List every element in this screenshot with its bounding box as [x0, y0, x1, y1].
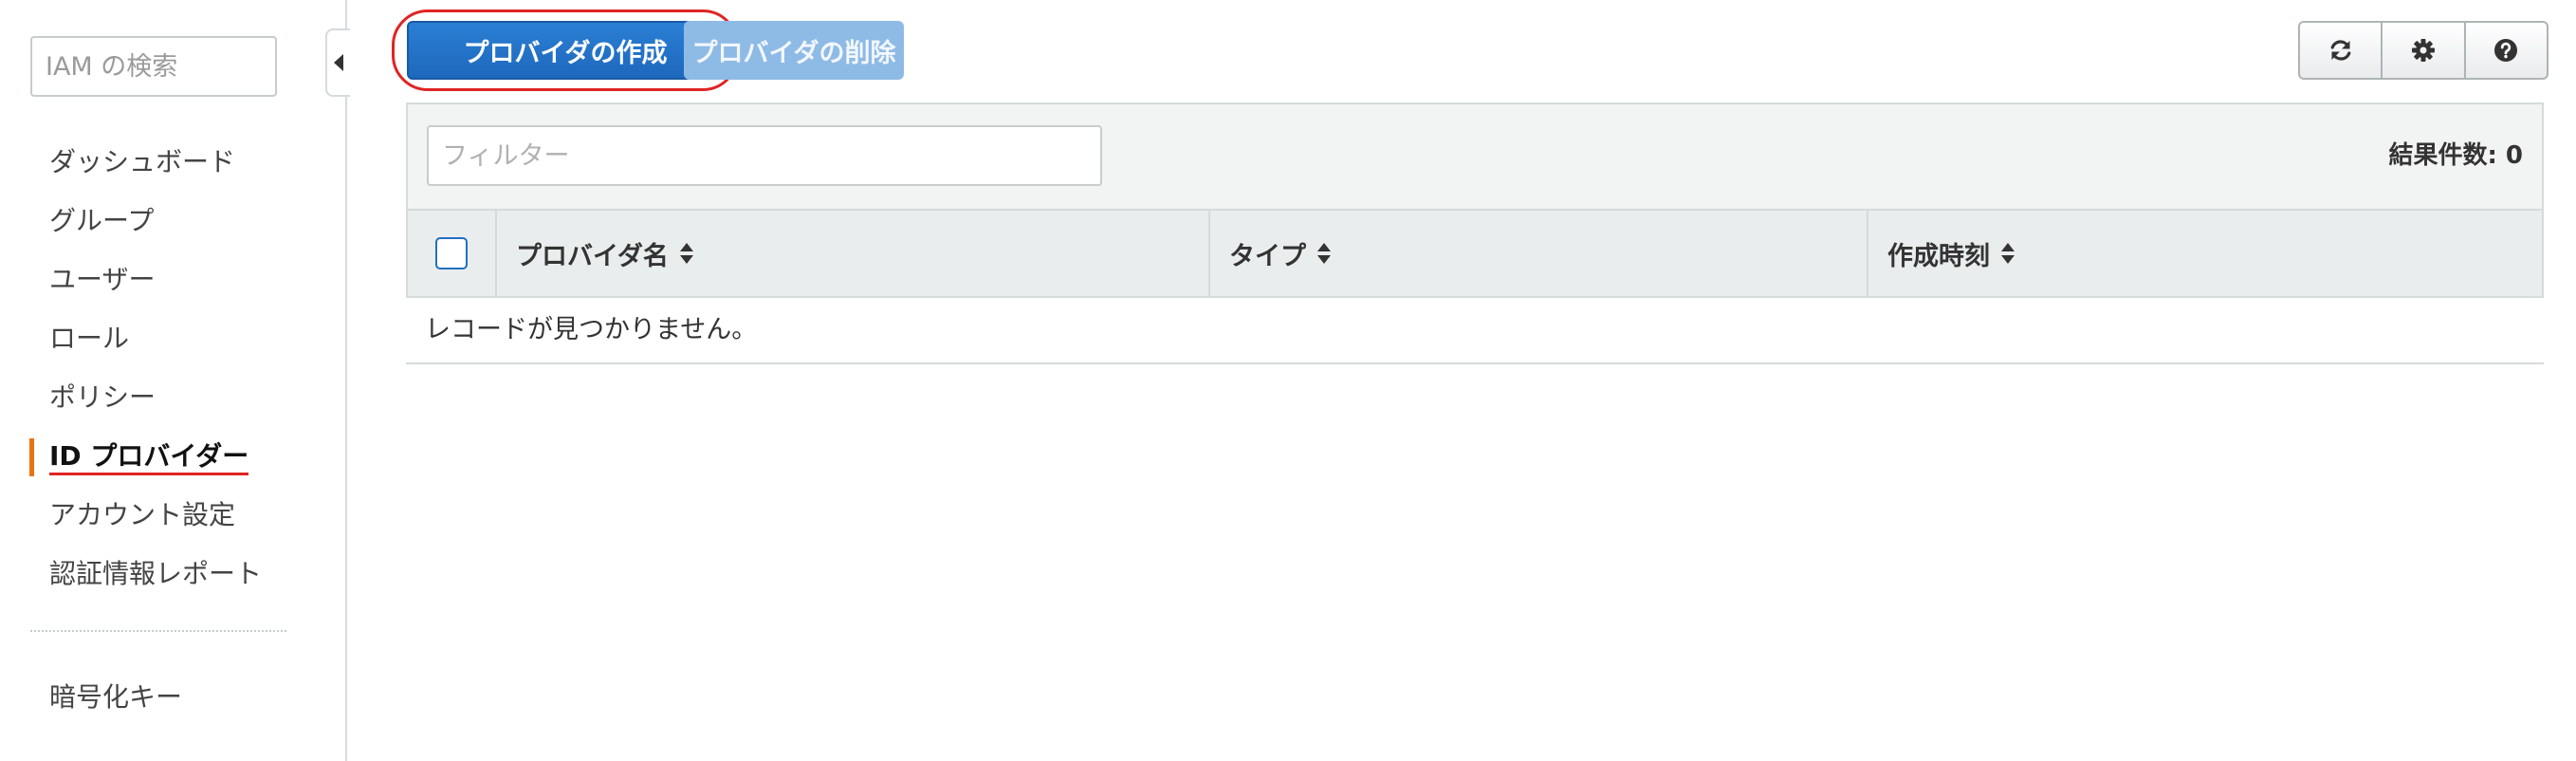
sidebar-item-groups[interactable]: グループ [0, 192, 347, 251]
select-all-cell [408, 211, 497, 296]
sidebar-item-credential-report[interactable]: 認証情報レポート [0, 545, 347, 603]
sidebar-item-roles[interactable]: ロール [0, 309, 347, 368]
sidebar-item-encryption-keys[interactable]: 暗号化キー [0, 668, 347, 727]
main-content: プロバイダの作成 プロバイダの削除 フィルター 結果件数: 0 プロバイダ名 タ… [348, 0, 2576, 761]
create-provider-button[interactable]: プロバイダの作成 [407, 21, 724, 80]
iam-search-input[interactable] [30, 36, 277, 97]
sort-icon [1317, 243, 1331, 264]
sidebar-collapse-button[interactable] [325, 28, 350, 97]
sidebar-item-label: ユーザー [49, 264, 156, 295]
sidebar-item-label: ポリシー [49, 381, 156, 413]
sidebar-item-label: 認証情報レポート [49, 558, 263, 589]
select-all-checkbox[interactable] [435, 237, 468, 269]
gear-icon [2411, 39, 2435, 62]
help-icon [2494, 39, 2518, 62]
sidebar-item-dashboard[interactable]: ダッシュボード [0, 133, 347, 192]
sidebar-item-users[interactable]: ユーザー [0, 251, 347, 309]
sidebar-item-account-settings[interactable]: アカウント設定 [0, 486, 347, 545]
sidebar-divider [30, 630, 286, 632]
sidebar-item-label: ダッシュボード [49, 146, 236, 177]
column-header-creation-time[interactable]: 作成時刻 [1868, 211, 2542, 296]
sidebar-item-label: 暗号化キー [49, 681, 183, 713]
delete-provider-button[interactable]: プロバイダの削除 [684, 21, 904, 80]
help-button[interactable] [2466, 23, 2547, 78]
sidebar-item-policies[interactable]: ポリシー [0, 368, 347, 427]
toolbar-icon-group [2298, 21, 2548, 80]
result-count: 結果件数: 0 [2388, 141, 2523, 170]
filter-input[interactable] [427, 125, 1102, 186]
sidebar-item-label: ロール [49, 323, 130, 354]
table-header-row: プロバイダ名 タイプ 作成時刻 [406, 209, 2544, 298]
column-header-label: プロバイダ名 [516, 241, 669, 271]
sidebar-item-label: ID プロバイダー [49, 440, 249, 475]
sort-icon [679, 243, 693, 264]
sidebar-nav-extra: 暗号化キー [0, 668, 347, 727]
sidebar: ダッシュボード グループ ユーザー ロール ポリシー ID プロバイダー アカウ… [0, 0, 350, 761]
refresh-button[interactable] [2300, 23, 2383, 78]
column-header-label: タイプ [1229, 241, 1306, 271]
settings-button[interactable] [2383, 23, 2466, 78]
sidebar-item-label: グループ [49, 205, 155, 236]
caret-left-icon [334, 54, 343, 71]
empty-table-message: レコードが見つかりません。 [406, 298, 2544, 364]
sidebar-nav: ダッシュボード グループ ユーザー ロール ポリシー ID プロバイダー アカウ… [0, 133, 347, 603]
filter-bar: 結果件数: 0 [406, 102, 2544, 209]
column-header-provider-name[interactable]: プロバイダ名 [497, 211, 1210, 296]
column-header-type[interactable]: タイプ [1210, 211, 1868, 296]
sidebar-item-label: アカウント設定 [49, 499, 236, 530]
sidebar-item-identity-providers[interactable]: ID プロバイダー [0, 427, 347, 486]
sort-icon [2001, 243, 2015, 264]
column-header-label: 作成時刻 [1887, 241, 1990, 271]
refresh-icon [2330, 40, 2351, 61]
providers-table-panel: 結果件数: 0 プロバイダ名 タイプ 作成時刻 [406, 102, 2544, 364]
